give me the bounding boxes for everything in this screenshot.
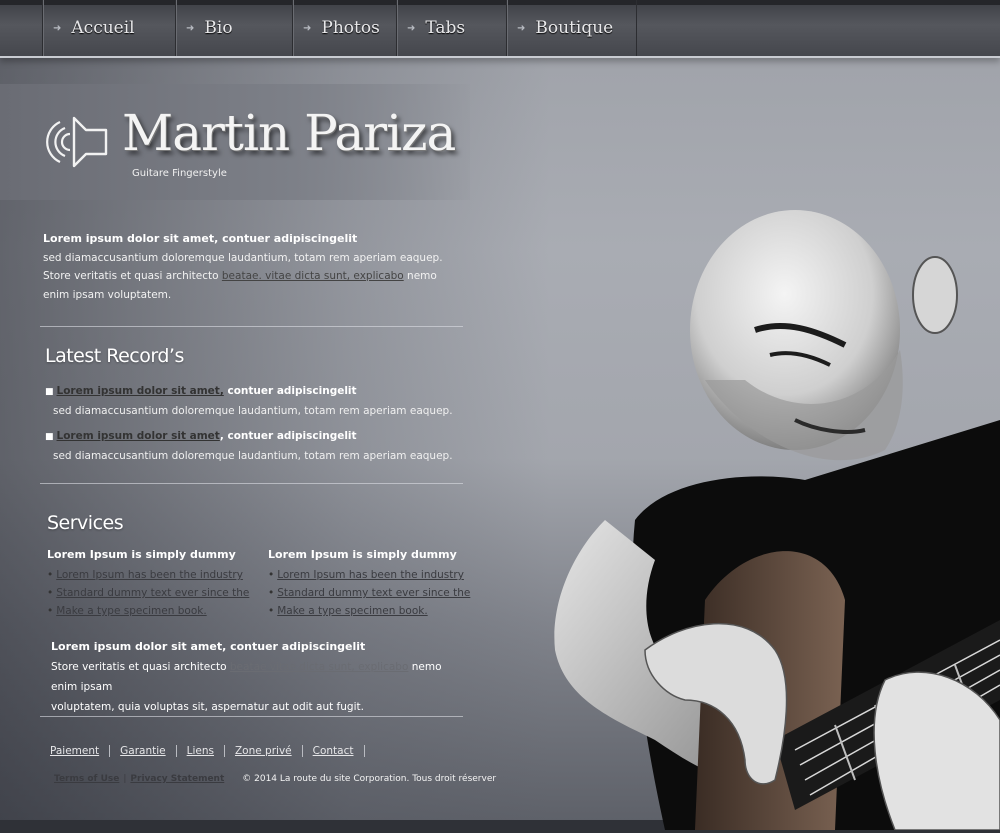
divider	[40, 326, 463, 327]
guitarist-photo	[554, 210, 1000, 830]
nav-item-bio[interactable]: ➜ Bio	[175, 0, 293, 56]
privacy-link[interactable]: Privacy Statement	[130, 774, 224, 784]
bullet-icon: ■	[45, 432, 54, 442]
site-title: Martin Pariza	[122, 104, 456, 162]
intro-text: nemo	[403, 270, 437, 282]
nav-item-label: Accueil	[71, 18, 135, 38]
copyright: © 2014 La route du site Corporation. Tou…	[242, 774, 497, 784]
service-link[interactable]: Lorem Ipsum has been the industry	[277, 569, 464, 581]
services-text-pre: Store veritatis et quasi architecto	[51, 661, 230, 673]
footer-link-zone-prive[interactable]: Zone privé	[225, 745, 303, 757]
arrow-right-icon: ➜	[53, 22, 62, 34]
service-link[interactable]: Standard dummy text ever since the	[56, 587, 249, 599]
record-heading-rest: , contuer adipiscingelit	[219, 430, 357, 442]
bullet-icon: •	[47, 605, 54, 617]
intro-lead: Lorem ipsum dolor sit amet, contuer adip…	[43, 232, 358, 245]
services-column-2: Lorem Ipsum is simply dummy • Lorem Ipsum…	[268, 548, 478, 620]
nav-item-tabs[interactable]: ➜ Tabs	[396, 0, 507, 56]
record-heading: ■ Lorem ipsum dolor sit amet, contuer adi…	[45, 427, 465, 447]
record-link[interactable]: Lorem ipsum dolor sit amet,	[57, 385, 224, 397]
footer-link-paiement[interactable]: Paiement	[40, 745, 111, 757]
services-text-line: Store veritatis et quasi architecto beat…	[51, 657, 471, 697]
record-heading: ■ Lorem ipsum dolor sit amet, contuer adi…	[45, 382, 465, 402]
list-item: • Lorem Ipsum has been the industry	[47, 566, 257, 584]
site-subtitle: Guitare Fingerstyle	[132, 168, 227, 179]
services-text: Lorem ipsum dolor sit amet, contuer adip…	[51, 637, 471, 717]
footer-link-garantie[interactable]: Garantie	[110, 745, 177, 757]
intro-line: sed diamaccusantium doloremque laudantiu…	[43, 251, 443, 264]
record-item: ■ Lorem ipsum dolor sit amet, contuer adi…	[45, 382, 465, 421]
service-link[interactable]: Standard dummy text ever since the	[277, 587, 470, 599]
list-item: • Standard dummy text ever since the	[268, 584, 478, 602]
record-heading-rest: contuer adipiscingelit	[223, 385, 357, 397]
bullet-icon: •	[268, 569, 275, 581]
bullet-icon: •	[47, 587, 54, 599]
intro-line: Store veritatis et quasi architecto beat…	[43, 267, 443, 286]
footer-link-contact[interactable]: Contact	[303, 745, 365, 757]
intro-text: Store veritatis et quasi architecto	[43, 270, 222, 282]
nav-item-label: Tabs	[425, 18, 466, 38]
nav-divider	[636, 0, 637, 56]
intro-block: Lorem ipsum dolor sit amet, contuer adip…	[43, 230, 443, 304]
footer-bottom: Terms of Use | Privacy Statement © 2014 …	[54, 774, 496, 784]
nav-item-label: Photos	[321, 18, 380, 38]
bullet-icon: •	[47, 569, 54, 581]
bullet-icon: ■	[45, 387, 54, 397]
services-column-1: Lorem Ipsum is simply dummy • Lorem Ipsum…	[47, 548, 257, 620]
nav-item-label: Boutique	[535, 18, 614, 38]
services-column-title: Lorem Ipsum is simply dummy	[268, 548, 457, 561]
services-text-lead: Lorem ipsum dolor sit amet, contuer adip…	[51, 640, 366, 653]
speaker-icon	[46, 116, 108, 168]
footer-links: Paiement Garantie Liens Zone privé Conta…	[40, 745, 365, 757]
footer-link-liens[interactable]: Liens	[177, 745, 225, 757]
services-title: Services	[47, 512, 124, 534]
list-item: • Make a type specimen book.	[47, 602, 257, 620]
intro-link[interactable]: beatae. vitae dicta sunt, explicabo	[222, 270, 404, 282]
record-desc: sed diamaccusantium doloremque laudantiu…	[53, 405, 453, 417]
main-nav: ➜ Accueil ➜ Bio ➜ Photos ➜ Tabs ➜ Boutiq…	[0, 0, 1000, 58]
bullet-icon: •	[268, 605, 275, 617]
nav-item-photos[interactable]: ➜ Photos	[292, 0, 397, 56]
record-desc: sed diamaccusantium doloremque laudantiu…	[53, 450, 453, 462]
records-title: Latest Record’s	[45, 345, 184, 367]
bullet-icon: •	[268, 587, 275, 599]
divider	[40, 716, 463, 717]
service-link[interactable]: Lorem Ipsum has been the industry	[56, 569, 243, 581]
terms-link[interactable]: Terms of Use	[54, 774, 119, 784]
nav-item-accueil[interactable]: ➜ Accueil	[42, 0, 176, 56]
record-item: ■ Lorem ipsum dolor sit amet, contuer adi…	[45, 427, 465, 466]
record-link[interactable]: Lorem ipsum dolor sit amet	[57, 430, 220, 442]
nav-item-label: Bio	[204, 18, 233, 38]
footer-separator: |	[123, 774, 127, 784]
service-link[interactable]: Make a type specimen book.	[277, 605, 427, 617]
services-text-line: voluptatem, quia voluptas sit, aspernatu…	[51, 701, 364, 713]
list-item: • Lorem Ipsum has been the industry	[268, 566, 478, 584]
service-link[interactable]: Make a type specimen book.	[56, 605, 206, 617]
services-column-title: Lorem Ipsum is simply dummy	[47, 548, 236, 561]
intro-line: enim ipsam voluptatem.	[43, 288, 172, 301]
list-item: • Make a type specimen book.	[268, 602, 478, 620]
arrow-right-icon: ➜	[186, 22, 195, 34]
services-text-link[interactable]: beatae vitae dicta sunt, explicabo	[230, 661, 409, 673]
arrow-right-icon: ➜	[407, 22, 416, 34]
arrow-right-icon: ➜	[303, 22, 312, 34]
list-item: • Standard dummy text ever since the	[47, 584, 257, 602]
arrow-right-icon: ➜	[517, 22, 526, 34]
nav-item-boutique[interactable]: ➜ Boutique	[506, 0, 637, 56]
divider	[40, 483, 463, 484]
